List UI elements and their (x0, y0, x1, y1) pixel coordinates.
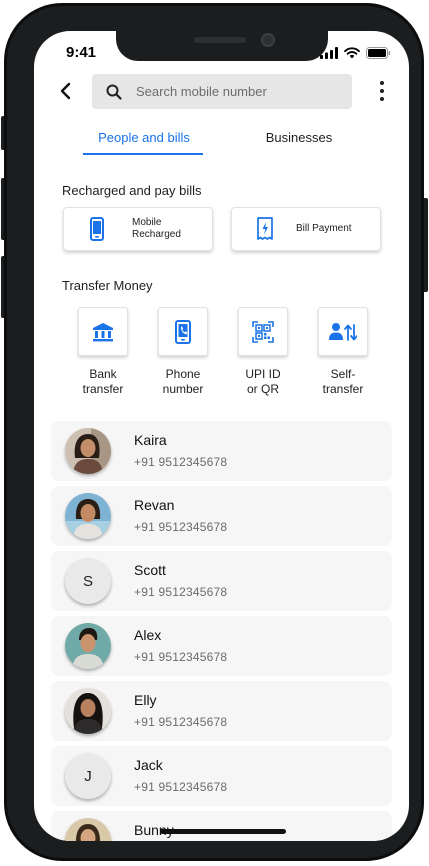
avatar: S (65, 558, 111, 604)
phone-frame: 9:41 Search mobile number People and bil… (4, 3, 424, 861)
mobile-recharge-button[interactable]: Mobile Recharged (63, 207, 213, 251)
avatar (65, 493, 111, 539)
contact-row[interactable]: Bunny (51, 811, 392, 841)
contact-row[interactable]: Elly +91 9512345678 (51, 681, 392, 741)
signal-icon (320, 47, 338, 59)
search-icon (106, 84, 122, 100)
contact-name: Revan (134, 497, 175, 513)
self-transfer-button[interactable]: Self- transfer (303, 307, 383, 397)
bill-payment-button[interactable]: Bill Payment (231, 207, 381, 251)
contact-name: Scott (134, 562, 166, 578)
contact-phone: +91 9512345678 (134, 650, 228, 664)
contact-row[interactable]: S Scott +91 9512345678 (51, 551, 392, 611)
wifi-icon (344, 47, 360, 59)
front-camera (261, 33, 275, 47)
avatar: J (65, 753, 111, 799)
contact-phone: +91 9512345678 (134, 715, 228, 729)
contact-name: Jack (134, 757, 163, 773)
phone-number-icon (175, 319, 191, 344)
back-button[interactable] (54, 80, 76, 102)
bank-transfer-label: Bank transfer (82, 367, 124, 396)
bill-payment-label: Bill Payment (296, 223, 352, 234)
home-indicator[interactable] (160, 829, 286, 834)
contact-phone: +91 9512345678 (134, 520, 228, 534)
contact-phone: +91 9512345678 (134, 780, 228, 794)
contact-name: Elly (134, 692, 157, 708)
contact-name: Kaira (134, 432, 167, 448)
self-transfer-label: Self- transfer (322, 367, 364, 396)
status-icons (320, 47, 391, 59)
qr-code-icon (252, 320, 274, 343)
bill-receipt-icon (254, 216, 276, 242)
avatar (65, 623, 111, 669)
back-arrow-icon (60, 82, 71, 100)
tab-businesses[interactable]: Businesses (239, 130, 359, 145)
contact-phone: +91 9512345678 (134, 455, 228, 469)
mobile-recharge-label: Mobile Recharged (132, 217, 181, 240)
upi-qr-label: UPI ID or QR (245, 367, 281, 396)
self-transfer-icon (329, 322, 357, 341)
phone-number-label: Phone number (162, 367, 204, 396)
transfer-section-title: Transfer Money (62, 278, 153, 293)
contact-row[interactable]: Revan +91 9512345678 (51, 486, 392, 546)
avatar (65, 818, 111, 841)
phone-number-button[interactable]: Phone number (143, 307, 223, 397)
status-time: 9:41 (66, 44, 97, 61)
bills-section-title: Recharged and pay bills (62, 183, 202, 198)
avatar (65, 428, 111, 474)
contact-row[interactable]: Kaira +91 9512345678 (51, 421, 392, 481)
bank-transfer-button[interactable]: Bank transfer (63, 307, 143, 397)
contact-row[interactable]: Alex +91 9512345678 (51, 616, 392, 676)
bank-icon (93, 322, 113, 341)
speaker (194, 37, 246, 43)
app-screen: 9:41 Search mobile number People and bil… (34, 31, 409, 841)
notch (116, 31, 328, 61)
contact-name: Alex (134, 627, 162, 643)
tab-people-and-bills[interactable]: People and bills (84, 130, 204, 145)
search-input[interactable] (136, 84, 326, 99)
battery-icon (366, 47, 391, 59)
upi-qr-button[interactable]: UPI ID or QR (223, 307, 303, 397)
smartphone-icon (86, 216, 108, 242)
active-tab-indicator (83, 153, 203, 155)
search-bar[interactable] (92, 74, 352, 109)
contact-phone: +91 9512345678 (134, 585, 228, 599)
avatar (65, 688, 111, 734)
more-options-icon[interactable] (376, 80, 388, 102)
contact-row[interactable]: J Jack +91 9512345678 (51, 746, 392, 806)
